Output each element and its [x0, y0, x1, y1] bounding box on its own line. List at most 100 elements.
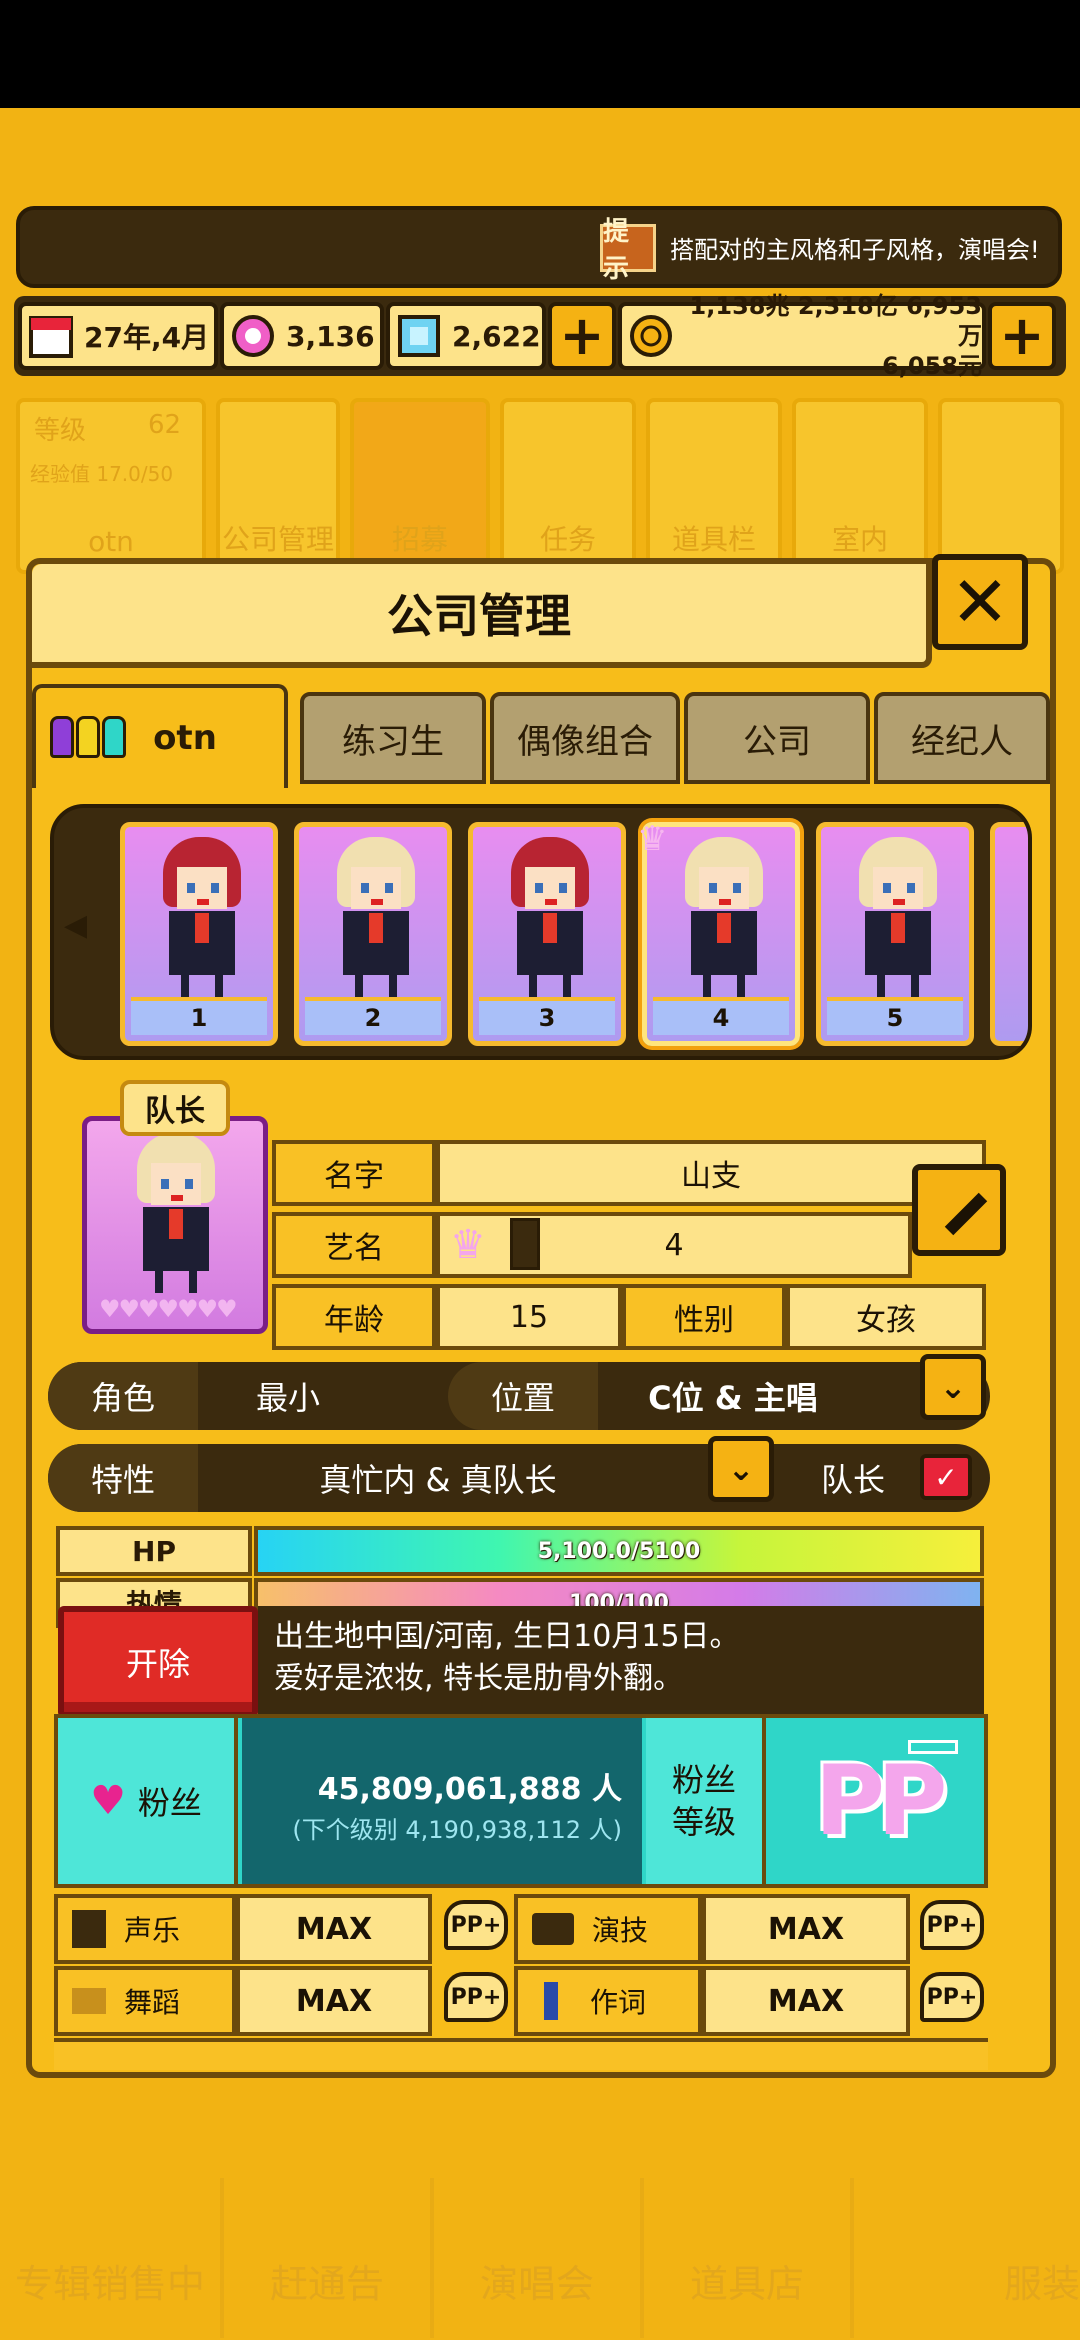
member-card[interactable]: 1: [120, 822, 278, 1046]
crown-icon: ♛: [450, 1222, 486, 1268]
add-gems-button[interactable]: +: [548, 302, 616, 370]
member-number: 5: [827, 997, 963, 1035]
bio-line-1: 出生地中国/河南, 生日10月15日。: [274, 1619, 740, 1654]
skill-vocal: 声乐: [54, 1894, 236, 1964]
background-menu-item: 任务: [500, 398, 636, 574]
member-number: 1: [131, 997, 267, 1035]
stage-name-value: 4: [664, 1227, 684, 1263]
skill-rank-badge: PP+: [920, 1972, 984, 2022]
leader-checkbox[interactable]: ✓: [920, 1454, 972, 1500]
member-card-selected[interactable]: ♛ 4: [637, 819, 800, 1046]
carousel-left-arrow-icon[interactable]: ◀: [64, 908, 87, 943]
stage-name-field: ♛ 4: [436, 1212, 912, 1278]
skill-value: MAX: [236, 1894, 432, 1964]
member-sprite: [333, 837, 419, 997]
leader-badge: 队长: [120, 1080, 230, 1136]
background-menu-item: 公司管理: [216, 398, 340, 574]
background-menu-item: 招募: [350, 398, 490, 574]
skill-row: 舞蹈 MAX PP+ 作词 MAX PP+: [54, 1966, 988, 2036]
background-bottom-item: 道具店: [640, 2178, 850, 2338]
hp-bar: 5,100.0/5100: [254, 1526, 984, 1576]
system-status-bar: [0, 0, 1080, 108]
trait-value: 真忙内 & 真队长: [319, 1461, 557, 1499]
trait-dropdown-button[interactable]: ⌄: [708, 1436, 774, 1502]
member-portrait: ♥♥♥♥♥♥♥: [82, 1116, 268, 1334]
role-label: 角色: [48, 1362, 198, 1430]
tab-trainee[interactable]: 练习生: [300, 692, 486, 784]
check-icon: ✓: [934, 1460, 958, 1494]
fans-rank-text: PP: [814, 1745, 948, 1857]
pink-gem-display: 3,136: [220, 302, 384, 370]
member-sprite: [159, 837, 245, 997]
background-bottom-item: 专辑销售中: [14, 2262, 205, 2306]
skill-name: 作词: [590, 1986, 647, 2019]
pink-gem-icon: [232, 315, 274, 357]
panel-title: 公司管理: [32, 564, 932, 668]
hp-label: HP: [56, 1526, 252, 1576]
fans-count-cell: 45,809,061,888 人 (下个级别 4,190,938,112 人): [242, 1718, 642, 1884]
date-display: 27年,4月: [18, 302, 218, 370]
add-money-button[interactable]: +: [988, 302, 1056, 370]
blue-gem-display: 2,622: [386, 302, 546, 370]
coin-icon: [630, 315, 672, 357]
position-label: 位置: [448, 1362, 598, 1430]
member-card[interactable]: 3: [468, 822, 626, 1046]
trait-label: 特性: [48, 1444, 198, 1512]
crown-icon: ♛: [637, 819, 668, 859]
background-level-label: 等级: [34, 416, 87, 446]
background-exp-label: 经验值 17.0/50: [30, 462, 174, 486]
member-card[interactable]: 5: [816, 822, 974, 1046]
gender-value: 女孩: [786, 1284, 986, 1350]
position-dropdown-button[interactable]: ⌄: [920, 1354, 986, 1420]
tab-idol-group[interactable]: 偶像组合: [490, 692, 680, 784]
member-carousel: ◀ ▶ 1 2: [50, 804, 1032, 1060]
tab-otn[interactable]: otn: [32, 684, 288, 788]
microphone-icon: [510, 1218, 540, 1270]
resource-bar: 27年,4月 3,136 2,622 + 1,138兆 2,318亿 6,953…: [14, 292, 1066, 380]
background-profile-tile: 等级 62 经验值 17.0/50 otn: [16, 398, 206, 574]
shoe-icon: [72, 1988, 106, 2014]
fans-level-label: 粉丝 等级: [646, 1718, 766, 1884]
skill-name: 舞蹈: [124, 1986, 181, 2019]
leader-toggle-label: 队长: [788, 1444, 918, 1512]
blue-gem-icon: [398, 315, 440, 357]
tab-company[interactable]: 公司: [684, 692, 870, 784]
member-number: 3: [479, 997, 615, 1035]
member-card-partial[interactable]: [990, 822, 1028, 1046]
microphone-icon: [72, 1910, 106, 1948]
chevron-down-icon: ⌄: [939, 1368, 967, 1406]
member-card[interactable]: 2: [294, 822, 452, 1046]
close-button[interactable]: ✕: [932, 554, 1028, 650]
group-icon: [50, 716, 126, 758]
role-position-row: 角色 最小 位置 C位 & 主唱 ⌄: [48, 1354, 990, 1430]
skill-rank-badge: PP+: [444, 1972, 508, 2022]
hint-icon: 提示: [600, 217, 656, 284]
hp-text: 5,100.0/5100: [537, 1538, 701, 1564]
background-menu-item: 室内: [792, 398, 928, 574]
age-value: 15: [436, 1284, 622, 1350]
gender-label: 性别: [622, 1284, 786, 1350]
pink-gem-count: 3,136: [286, 319, 375, 353]
skill-value: MAX: [702, 1894, 910, 1964]
fans-count: 45,809,061,888 人: [317, 1772, 622, 1807]
member-number: 4: [653, 997, 789, 1035]
money-line-2: 6,058元: [882, 352, 982, 380]
fans-panel: ♥ 粉丝 45,809,061,888 人 (下个级别 4,190,938,11…: [54, 1714, 988, 1888]
blue-gem-count: 2,622: [452, 319, 541, 353]
tab-manager[interactable]: 经纪人: [874, 692, 1050, 784]
background-bottom-item: 赶通告: [220, 2178, 430, 2338]
skill-name: 声乐: [124, 1914, 181, 1947]
skill-lyrics: 作词: [514, 1966, 702, 2036]
skill-rank-badge: PP+: [920, 1900, 984, 1950]
edit-stage-name-button[interactable]: [912, 1164, 1006, 1256]
stage-name-label: 艺名: [272, 1212, 436, 1278]
game-screen: 等级 62 经验值 17.0/50 otn 公司管理 招募 任务 道具栏 室内 …: [0, 108, 1080, 2340]
tab-label: otn: [153, 718, 217, 758]
skill-name: 演技: [592, 1914, 649, 1947]
position-value: C位 & 主唱: [648, 1379, 818, 1417]
fire-button[interactable]: 开除: [58, 1606, 258, 1718]
background-bottom-bar: 专辑销售中 赶通告 演唱会 道具店 服装: [0, 2108, 1080, 2340]
hint-bar: 提示 搭配对的主风格和子风格，演唱会!: [16, 206, 1062, 288]
name-label: 名字: [272, 1140, 436, 1206]
skill-rank-badge: PP+: [444, 1900, 508, 1950]
